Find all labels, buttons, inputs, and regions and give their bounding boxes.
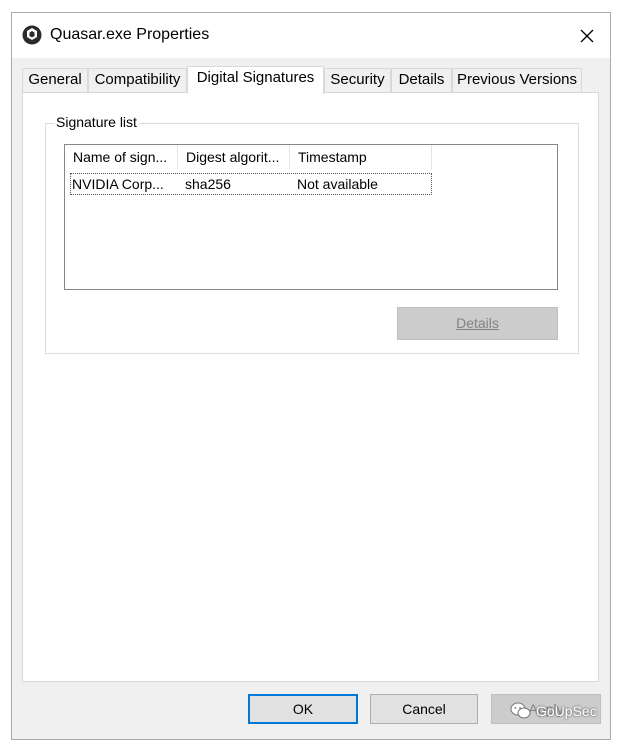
tab-general[interactable]: General	[22, 68, 88, 92]
signature-details-button[interactable]: Details	[397, 307, 558, 340]
signature-list-group: Signature list Name of sign... Digest al…	[45, 114, 579, 354]
tab-details[interactable]: Details	[391, 68, 452, 92]
watermark-text: GoUpSec	[536, 703, 597, 719]
table-row[interactable]: NVIDIA Corp... sha256 Not available	[70, 173, 432, 195]
column-header-name[interactable]: Name of sign...	[65, 145, 178, 170]
close-button[interactable]	[564, 13, 610, 58]
tab-digital-signatures[interactable]: Digital Signatures	[187, 66, 324, 94]
signature-list-label: Signature list	[54, 114, 139, 130]
signer-name-cell: NVIDIA Corp...	[72, 176, 164, 192]
tab-strip: General Compatibility Digital Signatures…	[22, 66, 602, 94]
tab-compatibility[interactable]: Compatibility	[88, 68, 187, 92]
properties-dialog: Quasar.exe Properties General Compatibil…	[11, 12, 611, 740]
timestamp-cell: Not available	[297, 176, 378, 192]
column-header-timestamp[interactable]: Timestamp	[290, 145, 432, 170]
wechat-icon	[510, 702, 531, 719]
digest-algorithm-cell: sha256	[185, 176, 231, 192]
ok-button[interactable]: OK	[248, 694, 358, 724]
window-title: Quasar.exe Properties	[50, 26, 210, 43]
column-header-digest[interactable]: Digest algorit...	[178, 145, 290, 170]
list-header: Name of sign... Digest algorit... Timest…	[65, 145, 557, 170]
cancel-button[interactable]: Cancel	[370, 694, 478, 724]
quasar-app-icon	[22, 25, 42, 45]
watermark: GoUpSec	[510, 699, 597, 723]
details-button-label: Details	[456, 315, 499, 331]
digital-signatures-panel: Signature list Name of sign... Digest al…	[22, 92, 599, 682]
close-icon	[580, 29, 594, 42]
signature-list[interactable]: Name of sign... Digest algorit... Timest…	[64, 144, 558, 290]
tab-security[interactable]: Security	[324, 68, 391, 92]
tab-previous-versions[interactable]: Previous Versions	[452, 68, 582, 92]
title-bar[interactable]: Quasar.exe Properties	[12, 13, 610, 58]
